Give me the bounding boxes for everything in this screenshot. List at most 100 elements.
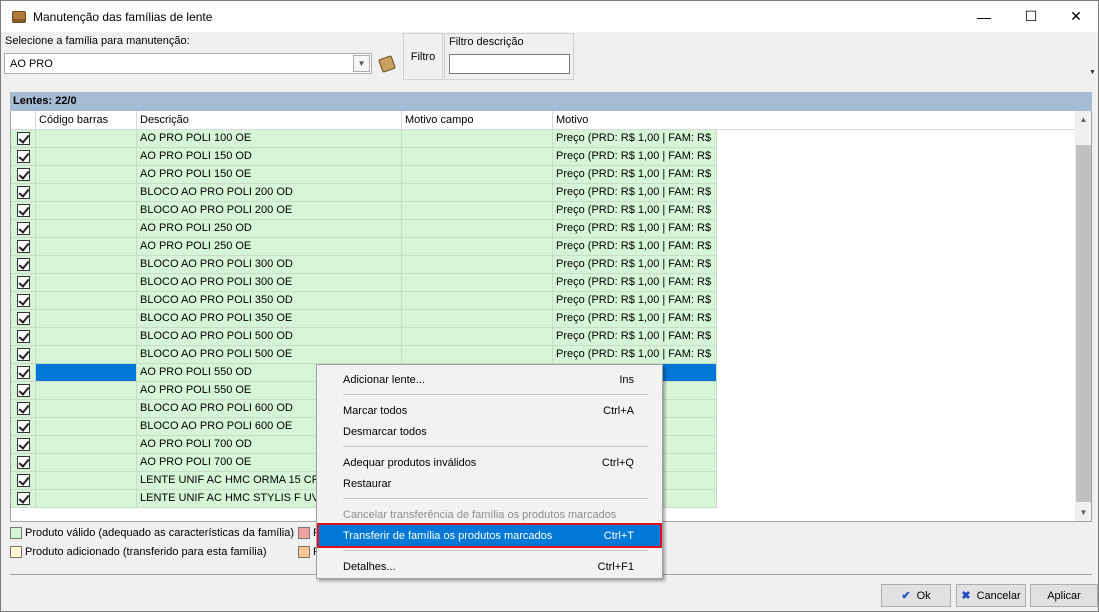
reason-cell[interactable]: Preço (PRD: R$ 1,00 | FAM: R$ bbox=[553, 148, 717, 166]
row-checkbox-cell[interactable] bbox=[11, 148, 36, 166]
checkbox-checked-icon[interactable] bbox=[16, 474, 30, 487]
family-select[interactable]: AO PRO ▼ bbox=[4, 53, 372, 74]
table-row[interactable]: BLOCO AO PRO POLI 500 OE Preço (PRD: R$ 1… bbox=[11, 346, 717, 364]
barcode-cell[interactable] bbox=[36, 472, 137, 490]
description-cell[interactable]: BLOCO AO PRO POLI 200 OD bbox=[137, 184, 402, 202]
barcode-cell[interactable] bbox=[36, 436, 137, 454]
checkbox-checked-icon[interactable] bbox=[16, 222, 30, 235]
reason-cell[interactable]: Preço (PRD: R$ 1,00 | FAM: R$ bbox=[553, 220, 717, 238]
minimize-button[interactable]: — bbox=[961, 1, 1007, 32]
table-row[interactable]: BLOCO AO PRO POLI 350 OD Preço (PRD: R$ 1… bbox=[11, 292, 717, 310]
row-checkbox-cell[interactable] bbox=[11, 184, 36, 202]
table-row[interactable]: AO PRO POLI 250 OD Preço (PRD: R$ 1,00 | … bbox=[11, 220, 717, 238]
table-row[interactable]: AO PRO POLI 150 OD Preço (PRD: R$ 1,00 | … bbox=[11, 148, 717, 166]
barcode-cell[interactable] bbox=[36, 166, 137, 184]
barcode-cell[interactable] bbox=[36, 274, 137, 292]
checkbox-checked-icon[interactable] bbox=[16, 132, 30, 145]
checkbox-checked-icon[interactable] bbox=[16, 204, 30, 217]
apply-button[interactable]: Aplicar bbox=[1030, 584, 1098, 607]
table-row[interactable]: AO PRO POLI 150 OE Preço (PRD: R$ 1,00 | … bbox=[11, 166, 717, 184]
checkbox-checked-icon[interactable] bbox=[16, 294, 30, 307]
table-row[interactable]: BLOCO AO PRO POLI 200 OD Preço (PRD: R$ 1… bbox=[11, 184, 717, 202]
barcode-cell[interactable] bbox=[36, 238, 137, 256]
column-reason-field[interactable]: Motivo campo bbox=[402, 111, 553, 130]
checkbox-checked-icon[interactable] bbox=[16, 492, 30, 505]
barcode-cell[interactable] bbox=[36, 256, 137, 274]
row-checkbox-cell[interactable] bbox=[11, 310, 36, 328]
menu-select-all[interactable]: Marcar todos Ctrl+A bbox=[319, 400, 660, 421]
row-checkbox-cell[interactable] bbox=[11, 346, 36, 364]
reason-field-cell[interactable] bbox=[402, 166, 553, 184]
table-row[interactable]: AO PRO POLI 100 OE Preço (PRD: R$ 1,00 | … bbox=[11, 130, 717, 148]
description-cell[interactable]: AO PRO POLI 100 OE bbox=[137, 130, 402, 148]
description-cell[interactable]: BLOCO AO PRO POLI 500 OE bbox=[137, 346, 402, 364]
panel-chevron-down-icon[interactable]: ▼ bbox=[1089, 69, 1096, 76]
menu-fix-invalid[interactable]: Adequar produtos inválidos Ctrl+Q bbox=[319, 452, 660, 473]
menu-deselect-all[interactable]: Desmarcar todos bbox=[319, 421, 660, 442]
checkbox-checked-icon[interactable] bbox=[16, 384, 30, 397]
menu-details[interactable]: Detalhes... Ctrl+F1 bbox=[319, 556, 660, 577]
table-row[interactable]: BLOCO AO PRO POLI 500 OD Preço (PRD: R$ 1… bbox=[11, 328, 717, 346]
checkbox-checked-icon[interactable] bbox=[16, 186, 30, 199]
row-checkbox-cell[interactable] bbox=[11, 238, 36, 256]
reason-cell[interactable]: Preço (PRD: R$ 1,00 | FAM: R$ bbox=[553, 184, 717, 202]
description-cell[interactable]: BLOCO AO PRO POLI 200 OE bbox=[137, 202, 402, 220]
filter-button[interactable]: Filtro bbox=[403, 33, 443, 80]
table-row[interactable]: BLOCO AO PRO POLI 200 OE Preço (PRD: R$ 1… bbox=[11, 202, 717, 220]
column-barcode[interactable]: Código barras bbox=[36, 111, 137, 130]
table-row[interactable]: BLOCO AO PRO POLI 350 OE Preço (PRD: R$ 1… bbox=[11, 310, 717, 328]
reason-field-cell[interactable] bbox=[402, 328, 553, 346]
barcode-cell[interactable] bbox=[36, 220, 137, 238]
filter-description-input[interactable] bbox=[449, 54, 570, 74]
barcode-cell[interactable] bbox=[36, 292, 137, 310]
menu-transfer-family[interactable]: Transferir de família os produtos marcad… bbox=[317, 523, 662, 548]
barcode-cell[interactable] bbox=[36, 382, 137, 400]
edit-family-button[interactable] bbox=[376, 53, 397, 74]
row-checkbox-cell[interactable] bbox=[11, 382, 36, 400]
checkbox-checked-icon[interactable] bbox=[16, 258, 30, 271]
barcode-cell[interactable] bbox=[36, 202, 137, 220]
menu-restore[interactable]: Restaurar bbox=[319, 473, 660, 494]
chevron-down-icon[interactable]: ▼ bbox=[353, 55, 370, 72]
reason-cell[interactable]: Preço (PRD: R$ 1,00 | FAM: R$ bbox=[553, 274, 717, 292]
reason-cell[interactable]: Preço (PRD: R$ 1,00 | FAM: R$ bbox=[553, 202, 717, 220]
description-cell[interactable]: BLOCO AO PRO POLI 500 OD bbox=[137, 328, 402, 346]
checkbox-checked-icon[interactable] bbox=[16, 366, 30, 379]
menu-add-lens[interactable]: Adicionar lente... Ins bbox=[319, 369, 660, 390]
table-row[interactable]: AO PRO POLI 250 OE Preço (PRD: R$ 1,00 | … bbox=[11, 238, 717, 256]
description-cell[interactable]: BLOCO AO PRO POLI 300 OD bbox=[137, 256, 402, 274]
reason-field-cell[interactable] bbox=[402, 238, 553, 256]
scroll-down-icon[interactable]: ▼ bbox=[1075, 504, 1091, 521]
checkbox-checked-icon[interactable] bbox=[16, 168, 30, 181]
row-checkbox-cell[interactable] bbox=[11, 292, 36, 310]
cancel-button[interactable]: ✖ Cancelar bbox=[956, 584, 1026, 607]
row-checkbox-cell[interactable] bbox=[11, 472, 36, 490]
reason-cell[interactable]: Preço (PRD: R$ 1,00 | FAM: R$ bbox=[553, 166, 717, 184]
row-checkbox-cell[interactable] bbox=[11, 256, 36, 274]
reason-cell[interactable]: Preço (PRD: R$ 1,00 | FAM: R$ bbox=[553, 310, 717, 328]
barcode-cell[interactable] bbox=[36, 364, 137, 382]
row-checkbox-cell[interactable] bbox=[11, 418, 36, 436]
row-checkbox-cell[interactable] bbox=[11, 274, 36, 292]
reason-cell[interactable]: Preço (PRD: R$ 1,00 | FAM: R$ bbox=[553, 256, 717, 274]
description-cell[interactable]: BLOCO AO PRO POLI 300 OE bbox=[137, 274, 402, 292]
row-checkbox-cell[interactable] bbox=[11, 400, 36, 418]
row-checkbox-cell[interactable] bbox=[11, 454, 36, 472]
checkbox-checked-icon[interactable] bbox=[16, 420, 30, 433]
description-cell[interactable]: AO PRO POLI 150 OD bbox=[137, 148, 402, 166]
close-button[interactable]: ✕ bbox=[1053, 1, 1099, 32]
row-checkbox-cell[interactable] bbox=[11, 436, 36, 454]
reason-cell[interactable]: Preço (PRD: R$ 1,00 | FAM: R$ bbox=[553, 292, 717, 310]
column-check[interactable] bbox=[11, 111, 36, 130]
barcode-cell[interactable] bbox=[36, 328, 137, 346]
barcode-cell[interactable] bbox=[36, 184, 137, 202]
checkbox-checked-icon[interactable] bbox=[16, 330, 30, 343]
maximize-button[interactable]: ☐ bbox=[1008, 1, 1054, 32]
reason-field-cell[interactable] bbox=[402, 256, 553, 274]
column-reason[interactable]: Motivo bbox=[553, 111, 1063, 130]
checkbox-checked-icon[interactable] bbox=[16, 348, 30, 361]
reason-field-cell[interactable] bbox=[402, 220, 553, 238]
barcode-cell[interactable] bbox=[36, 130, 137, 148]
barcode-cell[interactable] bbox=[36, 346, 137, 364]
table-row[interactable]: BLOCO AO PRO POLI 300 OD Preço (PRD: R$ 1… bbox=[11, 256, 717, 274]
